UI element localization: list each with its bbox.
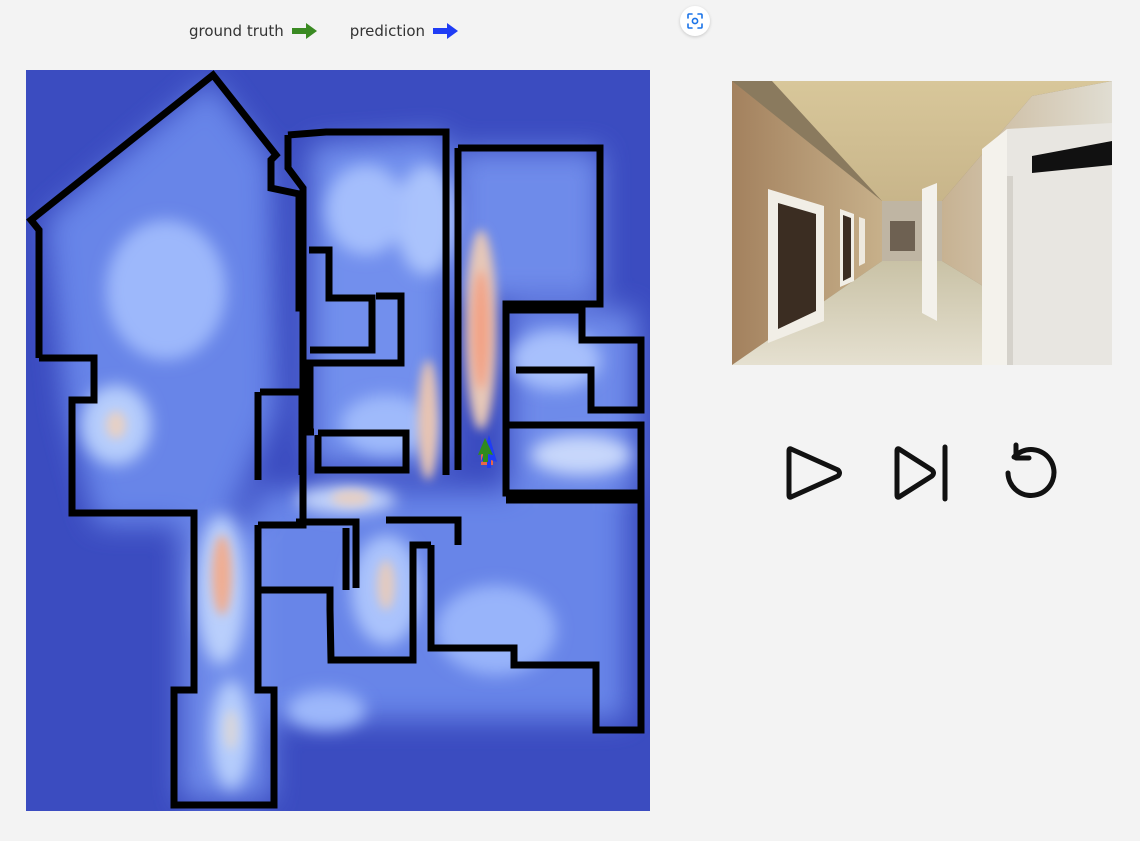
camera-view [732,81,1112,365]
hallway-image [732,81,1112,365]
reset-button[interactable] [996,438,1066,508]
legend: ground truth prediction [189,22,459,40]
legend-prediction-label: prediction [349,22,426,40]
painting-1 [778,203,816,329]
focus-capture-icon [687,13,703,29]
screenshot-button[interactable] [680,6,710,36]
navigation-map [26,70,650,811]
blue-arrow-icon [433,23,459,39]
step-forward-button[interactable] [886,438,956,508]
far-room [890,221,915,251]
heat-hot-spot [331,490,371,506]
playback-controls [778,438,1078,508]
legend-ground-truth: ground truth [189,22,318,40]
door-frame-2 [982,129,1007,365]
heat-hot-spot [106,411,126,439]
play-icon [786,446,842,500]
green-arrow-icon [291,23,317,39]
heat-hot-spot [224,710,238,750]
heat-blob [531,435,631,475]
green-arrow-shape [291,23,317,39]
door-edge [1007,176,1013,365]
heat-blob [326,165,406,255]
legend-prediction: prediction [350,22,459,40]
play-button[interactable] [778,438,848,508]
reset-icon [1005,442,1057,498]
heat-hot-strip [418,360,438,480]
heat-hot-core [212,535,232,615]
frame-3 [859,217,865,266]
heat-hot-core [472,270,490,390]
skip-forward-icon [894,444,948,502]
heat-blob [341,395,431,455]
legend-ground-truth-label: ground truth [189,22,284,40]
painting-2 [843,215,851,281]
door-frame-1 [922,183,937,321]
blue-arrow-shape [433,23,459,39]
heat-hot-spot [377,560,395,610]
heat-blob [286,690,366,730]
heat-blob [106,220,226,360]
map-canvas [26,70,650,811]
